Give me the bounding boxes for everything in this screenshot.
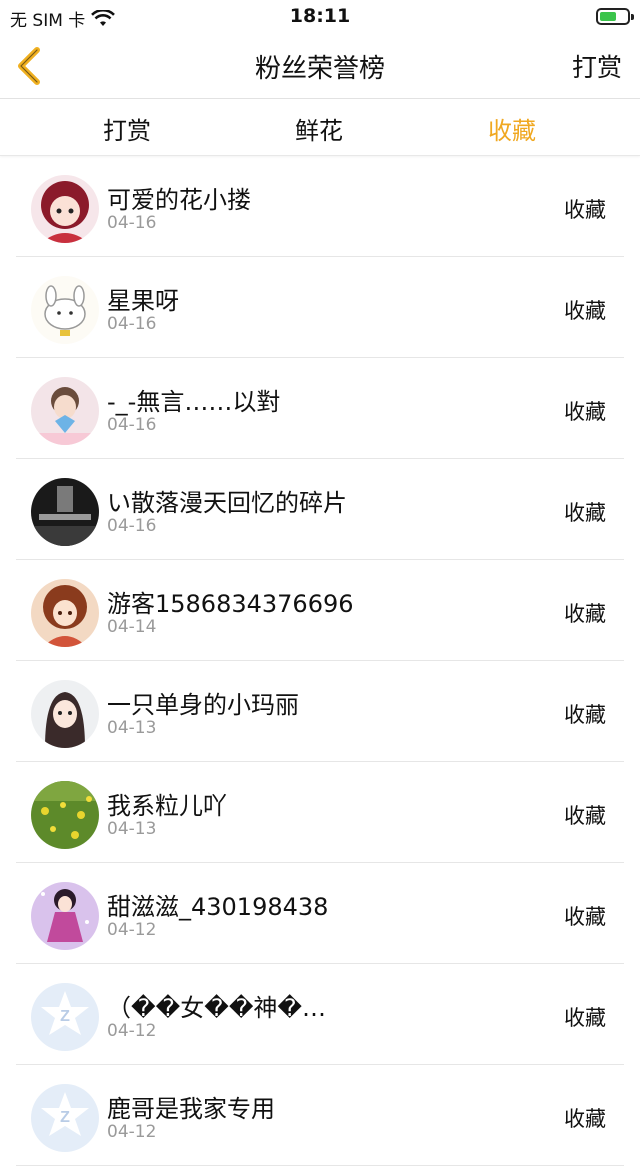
item-action: 收藏 (564, 804, 606, 828)
nav-bar: 粉丝荣誉榜 打赏 (0, 34, 640, 99)
user-name: -_-無言……以對 (107, 388, 281, 416)
user-name: 我系粒儿吖 (107, 792, 227, 820)
item-date: 04-16 (107, 516, 157, 536)
user-name: 甜滋滋_430198438 (107, 893, 329, 921)
page-title: 粉丝荣誉榜 (254, 54, 385, 84)
user-name: い散落漫天回忆的碎片 (107, 489, 347, 517)
list-item[interactable]: Z 鹿哥是我家专用 04-12 收藏 (16, 1065, 624, 1166)
item-date: 04-12 (107, 1021, 157, 1041)
avatar: Z (31, 1084, 99, 1152)
user-name: 一只单身的小玛丽 (107, 691, 299, 719)
item-action: 收藏 (564, 1006, 606, 1030)
list-item[interactable]: 甜滋滋_430198438 04-12 收藏 (16, 863, 624, 964)
tab-reward[interactable]: 打赏 (103, 111, 151, 146)
list-item[interactable]: Z （��女��神�… 04-12 收藏 (16, 964, 624, 1065)
list-item[interactable]: 星果呀 04-16 收藏 (16, 257, 624, 358)
avatar (31, 579, 99, 647)
item-action: 收藏 (564, 198, 606, 222)
battery-icon (596, 8, 634, 25)
tab-bar: 打赏 鲜花 收藏 (0, 99, 640, 156)
list-item[interactable]: 可爱的花小搂 04-16 收藏 (16, 156, 624, 257)
item-action: 收藏 (564, 1107, 606, 1131)
user-name: 游客1586834376696 (107, 590, 354, 618)
avatar (31, 377, 99, 445)
avatar (31, 478, 99, 546)
list-item[interactable]: 游客1586834376696 04-14 收藏 (16, 560, 624, 661)
list-item[interactable]: 一只单身的小玛丽 04-13 收藏 (16, 661, 624, 762)
item-action: 收藏 (564, 400, 606, 424)
list-item[interactable]: -_-無言……以對 04-16 收藏 (16, 358, 624, 459)
item-date: 04-14 (107, 617, 157, 637)
list-item[interactable]: い散落漫天回忆的碎片 04-16 收藏 (16, 459, 624, 560)
clock: 18:11 (289, 5, 351, 27)
item-action: 收藏 (564, 703, 606, 727)
avatar (31, 680, 99, 748)
item-date: 04-16 (107, 415, 157, 435)
item-date: 04-16 (107, 213, 157, 233)
user-name: 可爱的花小搂 (107, 186, 251, 214)
item-date: 04-13 (107, 718, 157, 738)
item-date: 04-16 (107, 314, 157, 334)
user-name: 鹿哥是我家专用 (107, 1095, 275, 1123)
item-action: 收藏 (564, 299, 606, 323)
item-date: 04-12 (107, 920, 157, 940)
item-action: 收藏 (564, 501, 606, 525)
tab-flowers[interactable]: 鲜花 (295, 111, 343, 146)
svg-text:Z: Z (60, 1008, 70, 1025)
reward-button[interactable]: 打赏 (572, 48, 622, 84)
svg-text:Z: Z (60, 1109, 70, 1126)
item-action: 收藏 (564, 602, 606, 626)
user-name: 星果呀 (107, 287, 179, 315)
list-item[interactable]: 我系粒儿吖 04-13 收藏 (16, 762, 624, 863)
avatar: Z (31, 983, 99, 1051)
status-bar: 无 SIM 卡 18:11 (0, 0, 640, 34)
fan-list: 可爱的花小搂 04-16 收藏 星果呀 04-16 收藏 -_-無言……以對 0… (0, 156, 640, 1166)
item-date: 04-12 (107, 1122, 157, 1142)
avatar (31, 276, 99, 344)
tab-favorites[interactable]: 收藏 (488, 111, 536, 146)
avatar (31, 175, 99, 243)
avatar (31, 781, 99, 849)
item-date: 04-13 (107, 819, 157, 839)
user-name: （��女��神�… (107, 994, 327, 1022)
avatar (31, 882, 99, 950)
item-action: 收藏 (564, 905, 606, 929)
